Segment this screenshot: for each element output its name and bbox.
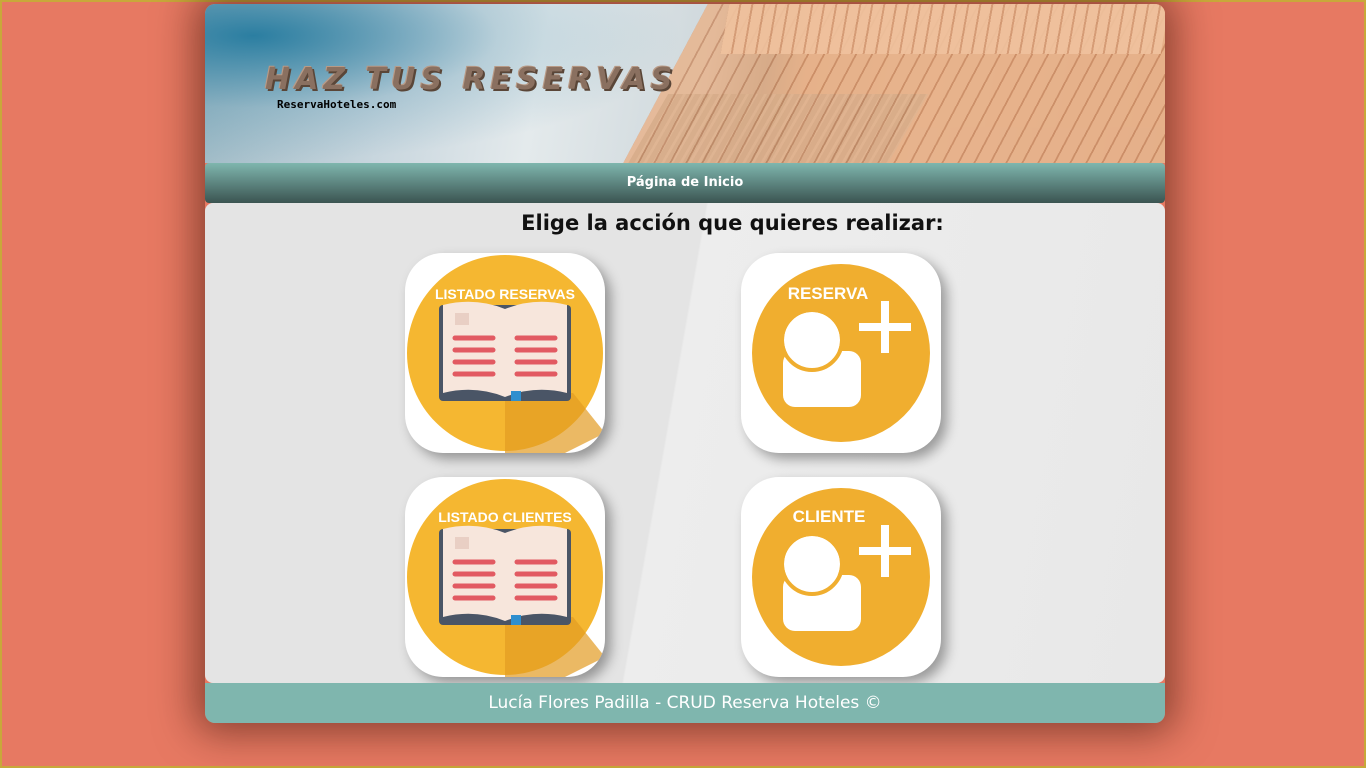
header-banner: HAZ TUS RESERVAS ReservaHoteles.com bbox=[205, 4, 1165, 163]
listado-clientes-button[interactable]: LISTADO CLIENTES bbox=[405, 477, 605, 677]
footer: Lucía Flores Padilla - CRUD Reserva Hote… bbox=[205, 683, 1165, 723]
tile-label: LISTADO CLIENTES bbox=[438, 509, 572, 525]
main-panel: Elige la acción que quieres realizar: LI… bbox=[205, 203, 1165, 683]
tile-label: RESERVA bbox=[787, 284, 869, 303]
listado-reservas-button[interactable]: LISTADO RESERVAS bbox=[405, 253, 605, 453]
tile-label: CLIENTE bbox=[792, 507, 866, 526]
nueva-reserva-button[interactable]: RESERVA bbox=[741, 253, 941, 453]
page-heading: Elige la acción que quieres realizar: bbox=[521, 211, 944, 235]
home-link[interactable]: Página de Inicio bbox=[627, 163, 744, 203]
nuevo-cliente-button[interactable]: CLIENTE bbox=[741, 477, 941, 677]
banner-title: HAZ TUS RESERVAS bbox=[265, 62, 678, 97]
nav-bar: Página de Inicio bbox=[205, 163, 1165, 203]
add-user-icon bbox=[752, 264, 930, 442]
banner-subtitle: ReservaHoteles.com bbox=[277, 98, 397, 111]
open-book-icon bbox=[407, 255, 605, 453]
open-book-icon bbox=[407, 479, 605, 677]
tile-label: LISTADO RESERVAS bbox=[434, 286, 576, 302]
footer-credit: Lucía Flores Padilla - CRUD Reserva Hote… bbox=[488, 693, 882, 713]
banner-building-top bbox=[720, 4, 1165, 54]
